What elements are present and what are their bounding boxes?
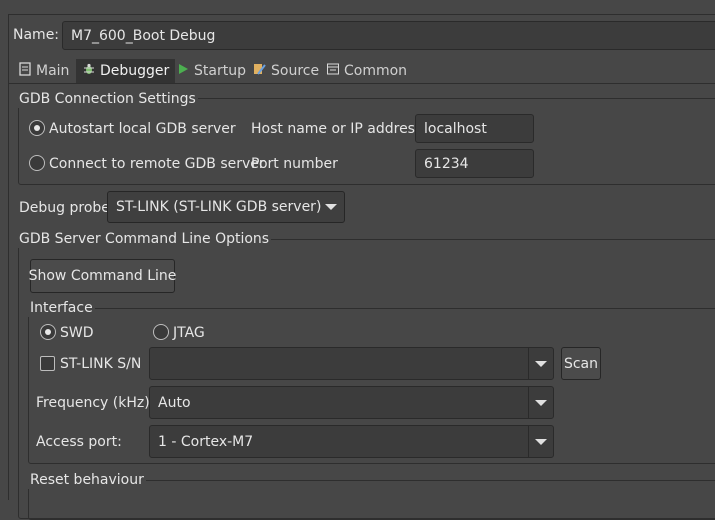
stlink-sn-label[interactable]: ST-LINK S/N [60,355,141,373]
frequency-combo[interactable]: Auto [149,386,554,419]
name-label: Name: [13,27,60,43]
jtag-radio[interactable] [153,324,169,340]
access-port-combo[interactable]: 1 - Cortex-M7 [149,425,554,458]
debugger-bug-icon [82,62,96,80]
swd-label[interactable]: SWD [60,324,94,342]
gdb-connection-title: GDB Connection Settings [17,90,198,108]
scan-button[interactable]: Scan [561,347,601,380]
tab-source-label: Source [271,63,320,79]
reset-title: Reset behaviour [28,471,146,489]
access-port-label: Access port: [36,434,122,450]
frequency-label: Frequency (kHz): [36,395,155,411]
remote-radio[interactable] [29,155,45,171]
chevron-down-icon[interactable] [528,348,553,379]
tab-debugger[interactable]: Debugger [76,59,176,83]
tab-strip-bottom-line [9,83,715,84]
autostart-radio[interactable] [29,120,45,136]
top-border [8,14,715,15]
startup-play-icon [176,62,190,80]
stlink-sn-checkbox[interactable] [40,356,55,371]
main-tab-icon [18,62,32,80]
interface-title: Interface [28,299,95,317]
autostart-label[interactable]: Autostart local GDB server [49,120,236,138]
chevron-down-icon[interactable] [528,387,553,418]
debug-probe-value: ST-LINK (ST-LINK GDB server) [116,199,322,215]
tab-main[interactable]: Main [14,59,73,83]
server-options-title: GDB Server Command Line Options [17,230,272,248]
swd-radio[interactable] [40,324,56,340]
tab-common[interactable]: Common [322,59,411,83]
left-border [8,14,9,500]
common-icon [326,62,340,80]
chevron-down-icon[interactable] [528,426,553,457]
tab-startup[interactable]: Startup [172,59,250,83]
debug-probe-select[interactable]: ST-LINK (ST-LINK GDB server) [107,191,345,223]
tab-source[interactable]: Source [249,59,323,83]
chevron-down-icon [325,204,337,210]
jtag-label[interactable]: JTAG [173,324,205,342]
tab-startup-label: Startup [194,63,246,79]
remote-label[interactable]: Connect to remote GDB server [49,155,265,173]
access-port-value: 1 - Cortex-M7 [158,433,254,450]
frequency-value: Auto [158,394,191,411]
host-field[interactable]: localhost [415,114,534,143]
debug-probe-label: Debug probe [19,200,110,216]
name-field[interactable]: M7_600_Boot Debug [62,21,715,50]
port-field[interactable]: 61234 [415,149,534,178]
stlink-sn-combo[interactable] [149,347,554,380]
tab-common-label: Common [344,63,408,79]
host-label: Host name or IP address [251,121,423,137]
show-command-line-button[interactable]: Show Command Line [29,259,176,293]
port-label: Port number [251,156,338,172]
source-icon [253,62,267,80]
tab-debugger-label: Debugger [100,63,170,79]
tab-main-label: Main [36,63,70,79]
